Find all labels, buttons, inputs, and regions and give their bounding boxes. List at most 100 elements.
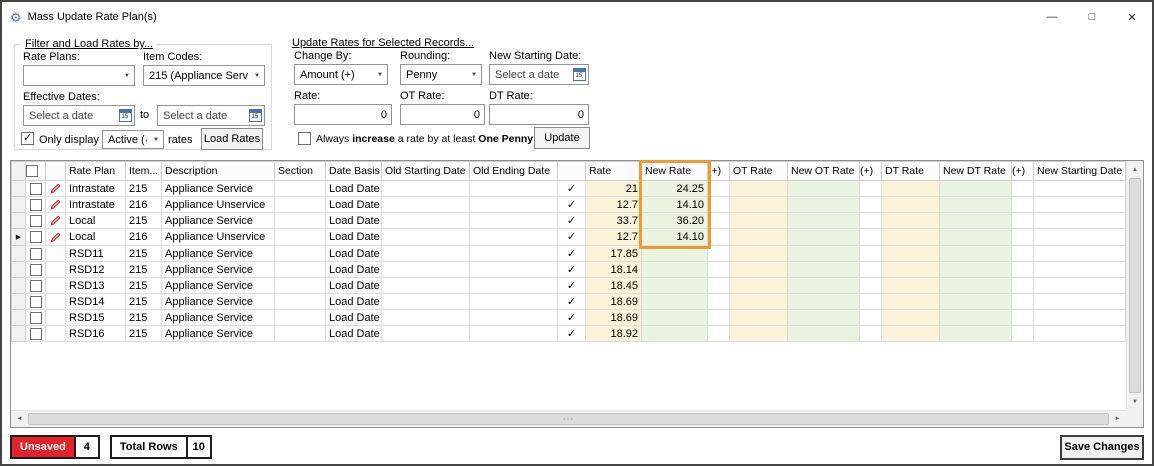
cell-old-starting-date[interactable] (381, 325, 470, 342)
effective-date-from-field[interactable]: Select a date 15 (23, 105, 135, 126)
cell-item[interactable]: 216 (125, 196, 162, 213)
cell-edit[interactable] (45, 212, 66, 229)
rate-input[interactable] (294, 104, 392, 125)
cell-new-rate[interactable]: 14.10 (641, 228, 708, 246)
cell-plus1[interactable] (707, 293, 730, 310)
cell-plus3[interactable] (1011, 277, 1034, 294)
row-checkbox[interactable] (29, 295, 42, 308)
column-header-old-starting-date[interactable]: Old Starting Date (381, 161, 470, 181)
grid-row[interactable]: RSD12 215 Appliance Service Load Date ✓ 18.14 (11, 261, 1126, 278)
cell-new-rate[interactable] (641, 309, 708, 326)
cell-rate[interactable]: 12.7 (585, 196, 642, 213)
cell-chk[interactable]: ✓ (557, 212, 586, 229)
rounding-combobox[interactable]: Penny ▼ (400, 64, 482, 85)
cell-new-rate[interactable]: 24.25 (641, 180, 708, 197)
cell-old-ending-date[interactable] (469, 228, 558, 246)
cell-section[interactable] (274, 309, 326, 326)
vertical-scrollbar[interactable]: ▲ ▼ (1126, 161, 1143, 410)
cell-section[interactable] (274, 261, 326, 278)
cell-edit[interactable] (45, 261, 66, 278)
cell-date-basis[interactable]: Load Date (325, 261, 382, 278)
cell-new-rate[interactable] (641, 261, 708, 278)
horizontal-scroll-thumb[interactable]: ∙∙∙ (28, 413, 1109, 425)
cell-dt-rate[interactable] (881, 277, 940, 294)
cell-plus3[interactable] (1011, 212, 1034, 229)
cell-old-starting-date[interactable] (381, 277, 470, 294)
cell-ot-rate[interactable] (729, 325, 788, 342)
cell-dt-rate[interactable] (881, 245, 940, 262)
cell-ot-rate[interactable] (729, 277, 788, 294)
calendar-button[interactable]: 15 (116, 106, 134, 125)
cell-old-starting-date[interactable] (381, 180, 470, 197)
cell-old-ending-date[interactable] (469, 261, 558, 278)
column-header-plus1[interactable]: (+) (707, 161, 730, 181)
column-header-plus2[interactable]: (+) (859, 161, 882, 181)
cell-new-ot-rate[interactable] (787, 261, 860, 278)
cell-sel[interactable] (25, 228, 46, 246)
effective-date-to-field[interactable]: Select a date 15 (157, 105, 265, 126)
cell-ot-rate[interactable] (729, 261, 788, 278)
column-header-ot-rate[interactable]: OT Rate (729, 161, 788, 181)
cell-date-basis[interactable]: Load Date (325, 293, 382, 310)
cell-rate-plan[interactable]: Local (65, 212, 126, 229)
maximize-button[interactable]: □ (1072, 2, 1112, 32)
cell-edit[interactable] (45, 309, 66, 326)
row-checkbox[interactable] (29, 182, 42, 195)
cell-new-ot-rate[interactable] (787, 228, 860, 246)
cell-new-dt-rate[interactable] (939, 261, 1012, 278)
grid-row[interactable]: RSD13 215 Appliance Service Load Date ✓ 18.45 (11, 277, 1126, 294)
cell-old-ending-date[interactable] (469, 325, 558, 342)
cell-new-ot-rate[interactable] (787, 277, 860, 294)
cell-dt-rate[interactable] (881, 212, 940, 229)
cell-description[interactable]: Appliance Unservice (161, 196, 275, 213)
cell-sel[interactable] (25, 325, 46, 342)
cell-description[interactable]: Appliance Service (161, 277, 275, 294)
cell-new-ot-rate[interactable] (787, 245, 860, 262)
cell-chk[interactable]: ✓ (557, 261, 586, 278)
cell-rate[interactable]: 18.69 (585, 309, 642, 326)
horizontal-scrollbar[interactable]: ◄ ∙∙∙ ► (11, 410, 1126, 427)
grid-row[interactable]: Intrastate 215 Appliance Service Load Date ✓… (11, 180, 1126, 197)
cell-description[interactable]: Appliance Service (161, 325, 275, 342)
cell-plus2[interactable] (859, 293, 882, 310)
cell-plus1[interactable] (707, 228, 730, 246)
row-selector[interactable] (11, 261, 26, 278)
cell-date-basis[interactable]: Load Date (325, 180, 382, 197)
cell-plus2[interactable] (859, 245, 882, 262)
cell-date-basis[interactable]: Load Date (325, 228, 382, 246)
cell-new-ot-rate[interactable] (787, 309, 860, 326)
cell-rate[interactable]: 12.7 (585, 228, 642, 246)
grid-row[interactable]: RSD11 215 Appliance Service Load Date ✓ 17.85 (11, 245, 1126, 262)
cell-new-dt-rate[interactable] (939, 212, 1012, 229)
cell-sel[interactable] (25, 277, 46, 294)
cell-sel[interactable] (25, 212, 46, 229)
cell-new-dt-rate[interactable] (939, 277, 1012, 294)
row-selector[interactable] (11, 212, 26, 229)
cell-plus3[interactable] (1011, 309, 1034, 326)
cell-section[interactable] (274, 325, 326, 342)
row-checkbox[interactable] (29, 214, 42, 227)
cell-new-dt-rate[interactable] (939, 293, 1012, 310)
cell-plus2[interactable] (859, 196, 882, 213)
cell-edit[interactable] (45, 245, 66, 262)
cell-old-starting-date[interactable] (381, 228, 470, 246)
cell-dt-rate[interactable] (881, 180, 940, 197)
cell-dt-rate[interactable] (881, 293, 940, 310)
cell-sel[interactable] (25, 180, 46, 197)
cell-plus3[interactable] (1011, 180, 1034, 197)
cell-plus3[interactable] (1011, 325, 1034, 342)
calendar-button[interactable]: 15 (246, 106, 264, 125)
cell-old-starting-date[interactable] (381, 196, 470, 213)
cell-section[interactable] (274, 293, 326, 310)
cell-chk[interactable]: ✓ (557, 293, 586, 310)
cell-new-dt-rate[interactable] (939, 325, 1012, 342)
cell-new-rate[interactable] (641, 277, 708, 294)
cell-new-starting-date[interactable] (1033, 293, 1126, 310)
cell-sel[interactable] (25, 309, 46, 326)
cell-plus1[interactable] (707, 212, 730, 229)
cell-item[interactable]: 215 (125, 293, 162, 310)
row-checkbox[interactable] (29, 198, 42, 211)
cell-new-dt-rate[interactable] (939, 309, 1012, 326)
cell-dt-rate[interactable] (881, 325, 940, 342)
cell-chk[interactable]: ✓ (557, 196, 586, 213)
